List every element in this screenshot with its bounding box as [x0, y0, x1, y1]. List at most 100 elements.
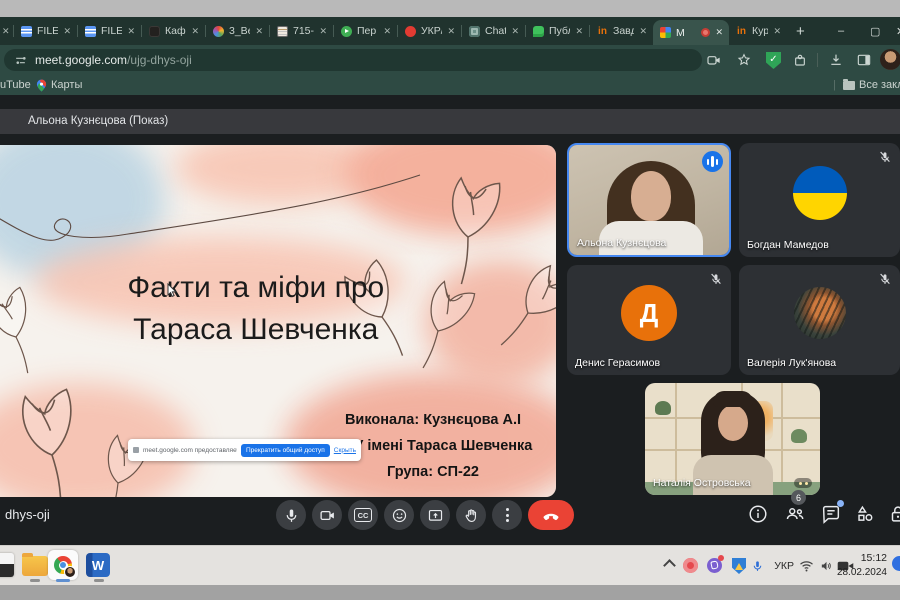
tab-3ve[interactable]: 3_Ве✕ — [206, 17, 269, 45]
url-domain: meet.google.com — [35, 53, 127, 67]
tab-close-icon[interactable]: ✕ — [125, 25, 137, 38]
file-explorer-button[interactable] — [22, 553, 48, 579]
tab-zavd[interactable]: inЗавд✕ — [590, 17, 653, 45]
speaking-indicator-icon — [702, 151, 723, 172]
speaker-icon[interactable] — [819, 559, 834, 573]
bookmark-star-icon[interactable] — [736, 52, 752, 68]
side-panel-icon[interactable] — [856, 52, 872, 68]
bookmark-maps[interactable]: Карты — [36, 75, 82, 95]
reactions-button[interactable] — [384, 500, 414, 530]
participants-button[interactable] — [784, 503, 806, 525]
tray-app-icon[interactable] — [683, 558, 698, 573]
tab-file-2[interactable]: FILE✕ — [78, 17, 141, 45]
raise-hand-button[interactable] — [456, 500, 486, 530]
notification-icon-partial[interactable] — [892, 556, 900, 571]
letter-avatar: Д — [621, 285, 677, 341]
extensions-puzzle-icon[interactable] — [792, 52, 808, 68]
tab-close-icon[interactable]: ✕ — [61, 25, 73, 38]
more-options-button[interactable] — [492, 500, 522, 530]
mic-muted-icon — [878, 150, 892, 164]
tab-715[interactable]: 715-✕ — [270, 17, 333, 45]
running-indicator — [30, 579, 40, 582]
participant-tile-denys[interactable]: Д Денис Герасимов — [567, 265, 731, 375]
url-path: /ujg-dhys-oji — [127, 53, 192, 67]
word-taskbar-button[interactable]: W — [86, 553, 112, 579]
tray-date: 28.02.2024 — [837, 566, 887, 580]
tab-close-icon[interactable]: ✕ — [713, 26, 725, 39]
participant-tile-alona[interactable]: Альона Кузнєцова — [567, 143, 731, 257]
tab-close-icon[interactable]: ✕ — [637, 25, 649, 38]
tray-mic-icon[interactable] — [751, 558, 764, 574]
vertical-dots-icon — [506, 508, 509, 522]
tab-partial[interactable]: ✕ — [0, 17, 13, 45]
participant-name: Богдан Мамедов — [747, 239, 829, 251]
tab-ukr[interactable]: УКР/✕ — [398, 17, 461, 45]
adblock-shield-icon[interactable]: ✓ — [766, 52, 781, 69]
minimize-button[interactable]: – — [838, 17, 844, 45]
all-bookmarks-button[interactable]: Все закладки — [843, 75, 900, 95]
tab-close-icon[interactable]: ✕ — [509, 25, 521, 38]
tab-close-icon[interactable]: ✕ — [189, 25, 201, 38]
tray-time: 15:12 — [837, 552, 887, 566]
chrome-taskbar-button[interactable] — [48, 550, 78, 580]
tab-camera-icon[interactable] — [706, 52, 722, 68]
tab-close-icon[interactable]: ✕ — [381, 25, 393, 38]
mic-button[interactable] — [276, 500, 306, 530]
participant-name: Валерія Лук'янова — [747, 357, 836, 369]
tab-close-icon[interactable]: ✕ — [253, 25, 265, 38]
tab-close-icon[interactable]: ✕ — [771, 25, 783, 38]
end-call-button[interactable] — [528, 500, 574, 530]
maximize-button[interactable]: ▢ — [870, 17, 880, 45]
clock[interactable]: 15:12 28.02.2024 — [837, 552, 887, 579]
hide-notification-link[interactable]: Скрыть — [334, 447, 356, 454]
presenter-banner: Альона Кузнєцова (Показ) — [0, 109, 900, 134]
photo-border-bottom — [0, 585, 900, 600]
document-icon — [85, 26, 96, 37]
address-bar[interactable]: meet.google.com/ujg-dhys-oji — [4, 49, 702, 71]
word-icon: W — [86, 553, 110, 577]
host-controls-button[interactable] — [887, 503, 900, 525]
tab-close-icon[interactable]: ✕ — [0, 25, 12, 38]
language-indicator[interactable]: УКР — [774, 560, 794, 572]
tab-kafe[interactable]: Кафе✕ — [142, 17, 205, 45]
phone-icon — [540, 504, 562, 526]
participants-count-badge: 6 — [791, 490, 806, 505]
tab-close-icon[interactable]: ✕ — [317, 25, 329, 38]
captions-button[interactable]: CC — [348, 500, 378, 530]
color-wheel-icon — [213, 26, 224, 37]
tab-kurs[interactable]: inКурс✕ — [729, 17, 787, 45]
security-shield-icon[interactable] — [732, 558, 746, 574]
wifi-icon[interactable] — [799, 560, 814, 572]
document-icon — [277, 26, 288, 37]
profile-avatar[interactable] — [880, 49, 900, 70]
tab-per[interactable]: Пер✕ — [334, 17, 397, 45]
participant-tile-natalia[interactable]: Наталія Островська — [645, 383, 820, 495]
taskbar-app-partial[interactable] — [0, 553, 14, 577]
present-screen-button[interactable] — [420, 500, 450, 530]
close-window-button[interactable]: ✕ — [896, 17, 900, 45]
participant-tile-valeria[interactable]: Валерія Лук'янова — [739, 265, 900, 375]
in-logo-icon: in — [736, 26, 747, 37]
tab-chat[interactable]: Chat✕ — [462, 17, 525, 45]
toolbar-separator — [817, 53, 818, 67]
shared-screen-slide: Факти та міфи про Тараса Шевченка Викона… — [0, 145, 556, 497]
participant-tile-bogdan[interactable]: Богдан Мамедов — [739, 143, 900, 257]
new-tab-button[interactable]: + — [787, 17, 814, 45]
tab-publ[interactable]: Публ✕ — [526, 17, 589, 45]
stop-sharing-button[interactable]: Прекратить общий доступ — [241, 444, 330, 457]
meeting-info-button[interactable] — [747, 503, 769, 525]
tab-meet-active[interactable]: M✕ — [653, 20, 729, 45]
camera-button[interactable] — [312, 500, 342, 530]
bookmark-youtube[interactable]: uTube — [0, 75, 31, 95]
bookmarks-right-separator: | — [833, 75, 836, 95]
participant-name: Денис Герасимов — [575, 357, 660, 369]
tiger-photo-avatar — [794, 287, 846, 339]
tab-close-icon[interactable]: ✕ — [445, 25, 457, 38]
viber-icon[interactable] — [707, 558, 722, 573]
tab-close-icon[interactable]: ✕ — [573, 25, 585, 38]
folder-icon — [22, 556, 48, 576]
tab-file-1[interactable]: FILE✕ — [14, 17, 77, 45]
activities-button[interactable] — [854, 503, 876, 525]
hidden-icons-chevron[interactable] — [663, 559, 676, 572]
download-icon[interactable] — [828, 52, 844, 68]
